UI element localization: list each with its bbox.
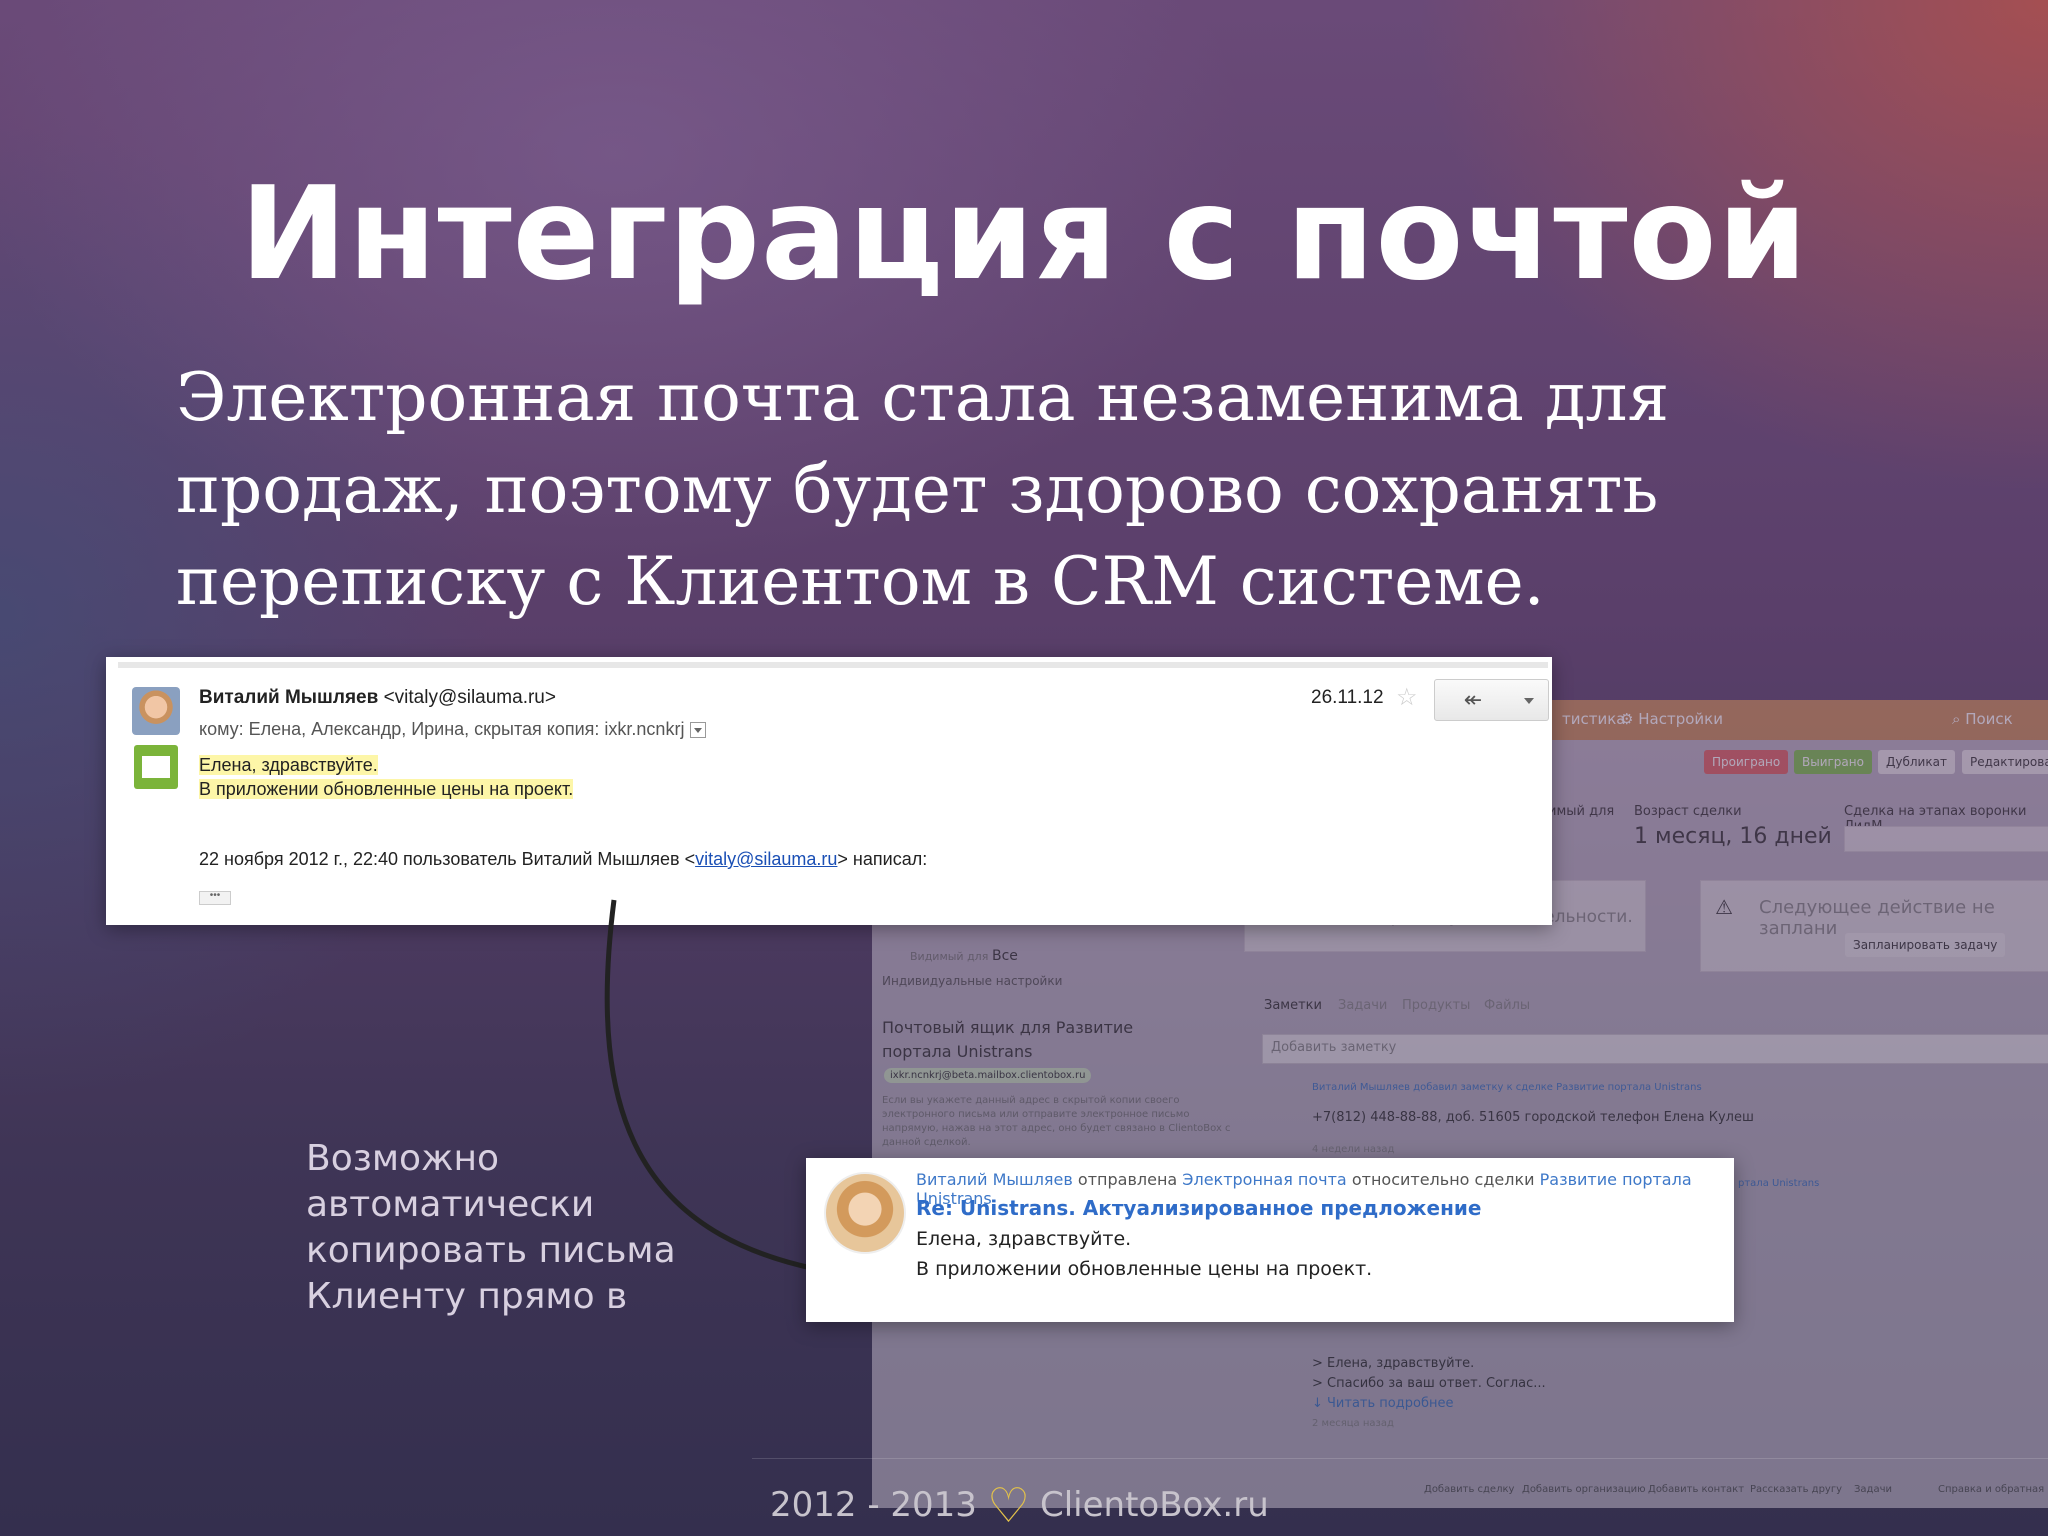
- footer-years: 2012 - 2013: [770, 1485, 977, 1525]
- heart-icon: ♡: [986, 1478, 1030, 1534]
- note-author-link[interactable]: Виталий Мышляев: [916, 1170, 1073, 1189]
- crm-email-note-card: Виталий Мышляев отправлена Электронная п…: [806, 1158, 1734, 1322]
- footer-divider: [752, 1458, 2048, 1459]
- slide-footer: 2012 - 2013 ♡ ClientoBox.ru: [770, 1478, 1269, 1534]
- note-body: В приложении обновленные цены на проект.: [916, 1258, 1373, 1280]
- note-author-avatar: [824, 1172, 906, 1254]
- footer-site: ClientoBox.ru: [1039, 1485, 1269, 1525]
- note-channel-link[interactable]: Электронная почта: [1182, 1170, 1346, 1189]
- note-greeting: Елена, здравствуйте.: [916, 1228, 1132, 1250]
- note-subject-link[interactable]: Re: Unistrans. Актуализированное предлож…: [916, 1196, 1481, 1220]
